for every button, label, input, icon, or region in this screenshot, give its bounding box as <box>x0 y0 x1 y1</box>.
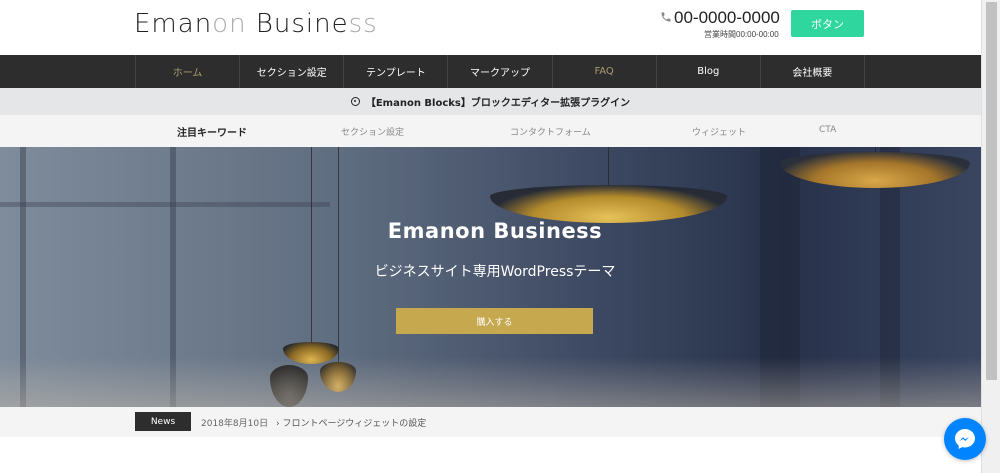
buy-button[interactable]: 購入する <box>396 308 593 334</box>
circle-dot-icon <box>350 97 360 106</box>
vertical-scrollbar[interactable] <box>981 0 1000 473</box>
hero-section: Emanon Business ビジネスサイト専用WordPressテーマ 購入… <box>0 147 981 407</box>
hero-background-detail <box>0 357 981 407</box>
logo-part-light: ss <box>348 9 378 39</box>
news-label: News <box>135 412 191 431</box>
nav-item-home[interactable]: ホーム <box>136 55 241 88</box>
nav-list: ホーム セクション設定 テンプレート マークアップ FAQ Blog 会社概要 <box>135 55 865 88</box>
site-logo[interactable]: Emanon Business <box>134 9 378 39</box>
nav-item-blog[interactable]: Blog <box>657 55 761 88</box>
logo-part-light: on <box>212 9 247 39</box>
nav-item-markup[interactable]: マークアップ <box>448 55 553 88</box>
hero-background-detail <box>0 202 330 207</box>
keyword-bar: 注目キーワード セクション設定 コンタクトフォーム ウィジェット CTA <box>0 115 981 147</box>
messenger-button[interactable] <box>944 418 986 460</box>
news-bar: News 2018年8月10日 › フロントページウィジェットの設定 <box>0 407 981 437</box>
header-cta-button[interactable]: ボタン <box>791 10 864 37</box>
logo-part: Busine <box>246 9 349 39</box>
phone-text: 00-0000-0000 <box>674 8 780 27</box>
global-nav: ホーム セクション設定 テンプレート マークアップ FAQ Blog 会社概要 <box>0 55 981 88</box>
news-date: 2018年8月10日 <box>201 419 269 429</box>
keyword-heading: 注目キーワード <box>177 128 247 139</box>
keyword-link[interactable]: ウィジェット <box>692 125 746 138</box>
pendant-lamp-image <box>490 185 727 223</box>
keyword-link[interactable]: CTA <box>819 125 836 135</box>
scrollbar-thumb[interactable] <box>986 2 997 380</box>
notice-bar[interactable]: 【Emanon Blocks】ブロックエディター拡張プラグイン <box>0 88 981 115</box>
nav-item-section-settings[interactable]: セクション設定 <box>240 55 345 88</box>
keyword-link[interactable]: コンタクトフォーム <box>510 125 591 138</box>
logo-part: Eman <box>134 9 213 39</box>
lamp-wire <box>608 147 609 187</box>
keyword-link[interactable]: セクション設定 <box>341 125 404 138</box>
hero-title: Emanon Business <box>387 219 603 243</box>
news-link[interactable]: › フロントページウィジェットの設定 <box>276 416 426 429</box>
nav-item-company[interactable]: 会社概要 <box>761 55 865 88</box>
phone-icon <box>660 10 674 27</box>
nav-item-templates[interactable]: テンプレート <box>344 55 449 88</box>
messenger-icon <box>955 429 975 449</box>
business-hours: 営業時間00:00-00:00 <box>704 30 779 39</box>
pendant-lamp-image <box>780 152 970 188</box>
lamp-wire <box>338 147 339 363</box>
notice-text: 【Emanon Blocks】ブロックエディター拡張プラグイン <box>365 98 631 109</box>
hero-subtitle: ビジネスサイト専用WordPressテーマ <box>374 264 616 280</box>
site-header: Emanon Business 00-0000-0000 営業時間00:00-0… <box>0 0 981 55</box>
lamp-wire <box>311 147 312 343</box>
page: Emanon Business 00-0000-0000 営業時間00:00-0… <box>0 0 981 473</box>
nav-item-faq[interactable]: FAQ <box>553 55 657 88</box>
phone-number[interactable]: 00-0000-0000 <box>660 8 780 28</box>
